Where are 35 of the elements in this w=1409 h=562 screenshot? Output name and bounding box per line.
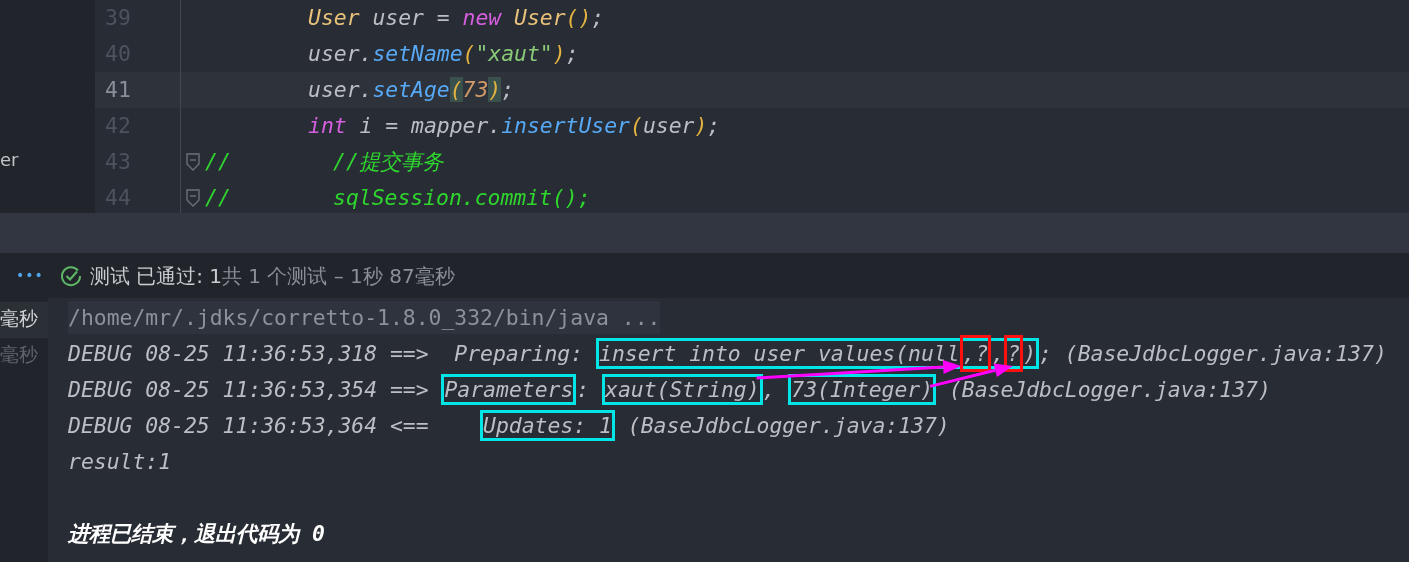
- console-text: DEBUG 08-25 11:36:53,364 <==: [68, 413, 430, 438]
- fold-icon[interactable]: [186, 189, 200, 207]
- duration-label[interactable]: 毫秒: [0, 302, 48, 338]
- console-text: ,: [762, 377, 777, 402]
- code-line: //提交事务: [333, 148, 443, 176]
- console-text: ,: [991, 341, 1005, 366]
- marked-text: ,?: [959, 335, 992, 372]
- console-text: 进程已结束，退出代码为 0: [68, 521, 325, 546]
- comment-marker: //: [205, 184, 232, 212]
- code-line: user.setAge(73);: [308, 76, 515, 104]
- highlighted-text: xaut(String): [602, 374, 763, 405]
- highlighted-text: 73(Integer): [788, 374, 937, 405]
- console-text: ; (BaseJdbcLogger.java:137): [1039, 341, 1387, 366]
- console-text: (BaseJdbcLogger.java:137): [626, 413, 950, 438]
- highlighted-text: Parameters: [441, 374, 577, 405]
- console-text: insert into user values(null: [599, 341, 960, 366]
- console-text: DEBUG 08-25 11:36:53,318 ==> Preparing:: [68, 341, 585, 366]
- code-line: user.setName("xaut");: [308, 40, 579, 68]
- code-line: User user = new User();: [308, 4, 605, 32]
- more-button[interactable]: •••: [16, 265, 44, 286]
- console-text: DEBUG 08-25 11:36:53,354 ==>: [68, 377, 430, 402]
- highlighted-text: Updates: 1: [480, 410, 615, 441]
- sidebar-label: er: [0, 148, 19, 172]
- code-line: sqlSession.commit();: [333, 184, 591, 212]
- console-text: (BaseJdbcLogger.java:137): [947, 377, 1271, 402]
- fold-icon[interactable]: [186, 153, 200, 171]
- test-status: 测试 已通过: 1: [89, 262, 222, 290]
- console-text: :: [576, 377, 591, 402]
- console-text: /home/mr/.jdks/corretto-1.8.0_332/bin/java ...: [68, 301, 661, 334]
- comment-marker: //: [205, 148, 232, 176]
- test-summary: 共 1 个测试 – 1秒 87毫秒: [221, 262, 455, 290]
- line-number: 41: [104, 76, 132, 104]
- console-text: ): [1023, 341, 1037, 366]
- console-text: result:1: [68, 449, 172, 474]
- code-line: int i = mapper.insertUser(user);: [308, 112, 721, 140]
